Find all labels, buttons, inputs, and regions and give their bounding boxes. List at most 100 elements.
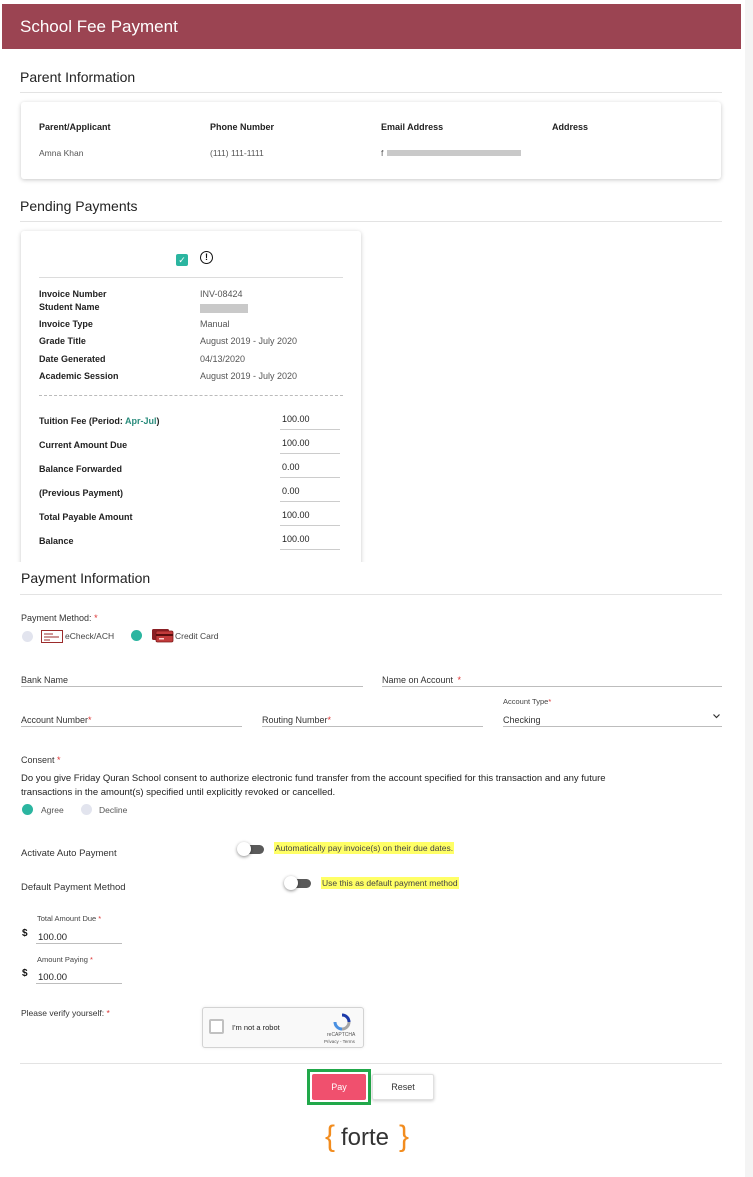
consent-agree-label[interactable]: Agree xyxy=(41,805,64,815)
amount-paying-label-text: Amount Paying xyxy=(37,955,88,964)
parent-info-card: Parent/Applicant Phone Number Email Addr… xyxy=(21,102,721,179)
echeck-radio[interactable] xyxy=(22,631,33,642)
previous-payment-value: 0.00 xyxy=(280,486,340,502)
date-generated-value: 04/13/2020 xyxy=(200,354,246,364)
footer-divider xyxy=(20,1063,722,1064)
auto-payment-label: Activate Auto Payment xyxy=(21,848,117,859)
col-phone: Phone Number xyxy=(210,122,275,132)
recaptcha-logo-icon xyxy=(333,1013,351,1031)
total-due-required: * xyxy=(98,914,102,923)
grade-title-label: Grade Title xyxy=(39,336,86,346)
verify-required: * xyxy=(106,1008,110,1018)
default-method-toggle[interactable] xyxy=(284,875,312,891)
current-amount-due-value: 100.00 xyxy=(280,438,340,454)
academic-session-label: Academic Session xyxy=(39,371,119,381)
consent-required: * xyxy=(57,755,61,765)
name-on-account-label: Name on Account xyxy=(382,675,454,685)
account-type-select[interactable]: Checking xyxy=(503,710,722,727)
grade-title-value: August 2019 - July 2020 xyxy=(200,336,298,346)
account-number-field[interactable]: Account Number* xyxy=(21,710,242,727)
account-number-label: Account Number xyxy=(21,715,89,725)
echeck-icon xyxy=(41,630,63,643)
payment-info-divider xyxy=(20,594,722,595)
recaptcha-checkbox[interactable] xyxy=(209,1019,224,1034)
payment-method-label-text: Payment Method: xyxy=(21,613,92,623)
total-payable-label: Total Payable Amount xyxy=(39,512,133,522)
routing-number-label: Routing Number xyxy=(262,715,328,725)
routing-number-required: * xyxy=(327,715,332,725)
total-due-value: 100.00 xyxy=(38,932,68,943)
recaptcha-widget: I'm not a robot reCAPTCHA Privacy - Term… xyxy=(202,1007,364,1048)
parent-name-value: Amna Khan xyxy=(39,148,84,158)
parent-info-title: Parent Information xyxy=(20,69,136,85)
invoice-type-label: Invoice Type xyxy=(39,319,93,329)
account-type-label: Account Type* xyxy=(503,697,551,706)
credit-card-label[interactable]: Credit Card xyxy=(175,631,218,641)
recaptcha-brand: reCAPTCHA xyxy=(327,1032,356,1038)
consent-label-text: Consent xyxy=(21,755,55,765)
payment-method-label: Payment Method: * xyxy=(21,613,98,623)
parent-info-divider xyxy=(20,92,722,93)
tuition-fee-label-text: Tuition Fee (Period: xyxy=(39,416,125,426)
pay-button[interactable]: Pay xyxy=(312,1074,366,1100)
page-title: School Fee Payment xyxy=(20,17,178,36)
name-on-account-required: * xyxy=(457,675,462,685)
col-address: Address xyxy=(552,122,589,132)
invoice-number-label: Invoice Number xyxy=(39,289,107,299)
col-email: Email Address xyxy=(381,122,444,132)
previous-payment-label: (Previous Payment) xyxy=(39,488,124,498)
pending-title: Pending Payments xyxy=(20,198,138,214)
auto-payment-hint: Automatically pay invoice(s) on their du… xyxy=(274,842,455,854)
recaptcha-privacy-terms[interactable]: Privacy - Terms xyxy=(324,1039,355,1044)
balance-forwarded-label: Balance Forwarded xyxy=(39,464,123,474)
total-due-currency: $ xyxy=(22,928,28,939)
payment-method-required: * xyxy=(94,613,98,623)
invoice-dashed-divider xyxy=(39,395,343,396)
bank-name-field[interactable]: Bank Name xyxy=(21,670,363,687)
total-payable-value: 100.00 xyxy=(280,510,340,526)
routing-number-field[interactable]: Routing Number* xyxy=(262,710,483,727)
phone-value: (111) 111-1111 xyxy=(210,148,264,158)
invoice-header-divider xyxy=(39,277,343,278)
name-on-account-field[interactable]: Name on Account * xyxy=(382,670,722,687)
page-scroll-gutter xyxy=(745,0,753,1177)
current-amount-due-label: Current Amount Due xyxy=(39,440,128,450)
total-due-label: Total Amount Due * xyxy=(37,914,101,923)
account-type-required: * xyxy=(548,697,552,706)
consent-text-line-2: transactions in the amount(s) specified … xyxy=(21,787,336,798)
student-name-redacted-block xyxy=(200,304,248,313)
consent-decline-radio[interactable] xyxy=(81,804,92,815)
invoice-number-value: INV-08424 xyxy=(200,289,243,299)
auto-payment-toggle[interactable] xyxy=(237,841,265,857)
info-icon[interactable]: ! xyxy=(200,251,213,264)
verify-label-text: Please verify yourself: xyxy=(21,1008,105,1018)
consent-label: Consent * xyxy=(21,755,61,765)
invoice-card: ✓ ! Invoice Number INV-08424 Student Nam… xyxy=(21,231,361,566)
consent-agree-radio[interactable] xyxy=(22,804,33,815)
auto-payment-toggle-knob xyxy=(237,842,251,856)
consent-text: Do you give Friday Quran School consent … xyxy=(21,772,721,800)
consent-decline-label[interactable]: Decline xyxy=(99,805,127,815)
chevron-down-icon xyxy=(713,714,720,719)
invoice-type-value: Manual xyxy=(200,319,230,329)
tuition-period: Apr-Jul xyxy=(125,416,157,426)
default-method-toggle-knob xyxy=(284,876,298,890)
account-type-label-text: Account Type xyxy=(503,697,549,706)
tuition-fee-label-close: ) xyxy=(156,416,160,426)
reset-button[interactable]: Reset xyxy=(372,1074,434,1100)
academic-session-value: August 2019 - July 2020 xyxy=(200,371,298,381)
amount-paying-required: * xyxy=(89,955,93,964)
amount-paying-field[interactable]: 100.00 xyxy=(36,967,122,984)
col-parent: Parent/Applicant xyxy=(39,122,111,132)
amount-paying-value: 100.00 xyxy=(38,972,68,983)
default-method-hint: Use this as default payment method xyxy=(321,877,459,889)
total-due-field: 100.00 xyxy=(36,927,122,944)
credit-card-radio[interactable] xyxy=(131,630,142,641)
forte-logo: forte xyxy=(341,1124,390,1151)
balance-forwarded-value: 0.00 xyxy=(280,462,340,478)
amount-paying-label: Amount Paying * xyxy=(37,955,93,964)
tuition-fee-label: Tuition Fee (Period: Apr-Jul) xyxy=(39,416,160,426)
echeck-label[interactable]: eCheck/ACH xyxy=(65,631,114,641)
forte-logo-left-brace: { xyxy=(325,1120,336,1153)
invoice-checkbox[interactable]: ✓ xyxy=(176,254,188,266)
